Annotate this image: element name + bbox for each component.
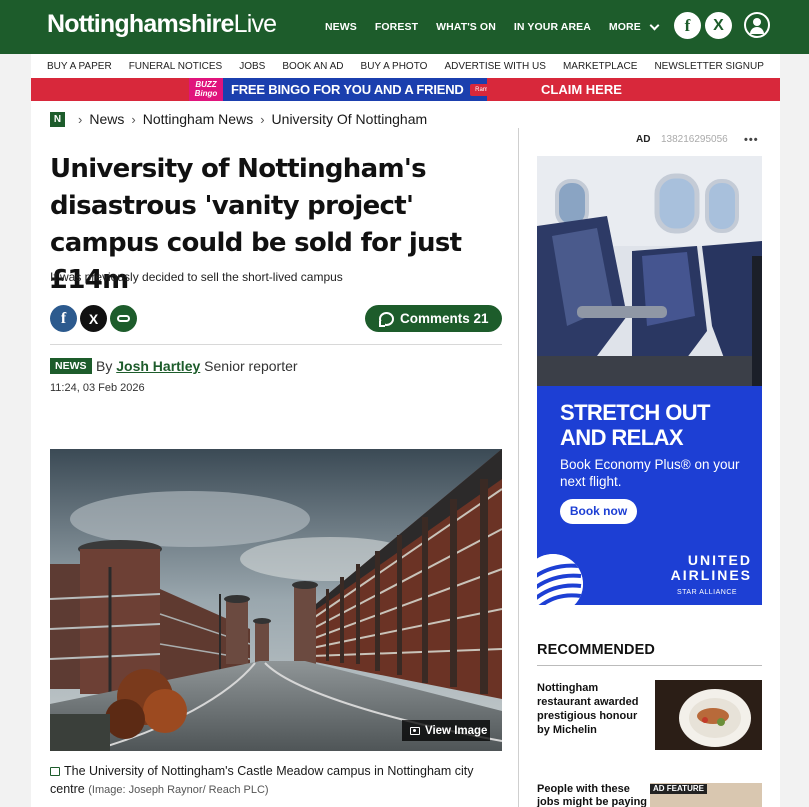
breadcrumb-news[interactable]: News [89, 111, 124, 127]
subnav-marketplace[interactable]: MARKETPLACE [563, 61, 637, 72]
comment-bubble-icon [379, 311, 394, 327]
image-credit: (Image: Joseph Raynor/ Reach PLC) [88, 784, 269, 796]
chevron-right-icon: › [78, 111, 83, 127]
airplane-seat-photo [537, 156, 762, 386]
publish-timestamp: 11:24, 03 Feb 2026 [50, 382, 145, 394]
subnav-book-ad[interactable]: BOOK AN AD [282, 61, 343, 72]
recommended-item-image[interactable] [655, 680, 762, 750]
nav-whats-on[interactable]: WHAT'S ON [436, 21, 496, 33]
ad-label: AD [636, 134, 651, 145]
nav-forest[interactable]: FOREST [375, 21, 418, 33]
promo-banner[interactable]: BUZZ Bingo FREE BINGO FOR YOU AND A FRIE… [31, 78, 780, 101]
nav-in-your-area[interactable]: IN YOUR AREA [514, 21, 591, 33]
header-social-links: f X [674, 12, 732, 39]
ad-id: 138216295056 [661, 134, 728, 145]
primary-nav: NEWS FOREST WHAT'S ON IN YOUR AREA MORE [325, 0, 676, 54]
book-now-button[interactable]: Book now [560, 499, 637, 524]
breadcrumb-nottingham-news[interactable]: Nottingham News [143, 111, 254, 127]
star-alliance-label: STAR ALLIANCE [677, 589, 738, 596]
recommended-heading: RECOMMENDED [537, 642, 655, 658]
recommended-item-link[interactable]: People with these jobs might be paying [537, 783, 649, 807]
subnav-newsletter[interactable]: NEWSLETTER SIGNUP [654, 61, 763, 72]
chevron-right-icon: › [131, 111, 136, 127]
subnav-buy-paper[interactable]: BUY A PAPER [47, 61, 112, 72]
ad-headline: STRETCH OUT AND RELAX [560, 400, 710, 450]
comments-button[interactable]: Comments 21 [365, 305, 502, 332]
camera-icon [410, 726, 420, 735]
ad-menu-icon[interactable]: ••• [744, 134, 759, 146]
view-image-label: View Image [425, 724, 488, 737]
campus-photo [50, 449, 502, 751]
column-divider [518, 128, 519, 807]
divider [50, 344, 502, 345]
user-account-icon[interactable] [744, 12, 770, 38]
site-logo[interactable]: NottinghamshireLive [47, 10, 277, 39]
claim-here-button[interactable]: CLAIM HERE [487, 78, 623, 101]
camera-icon [50, 767, 60, 776]
byline: By Josh Hartley Senior reporter [96, 358, 298, 374]
recommended-item-link[interactable]: Nottingham restaurant awarded prestigiou… [537, 681, 649, 737]
ad-feature-badge: AD FEATURE [650, 784, 707, 794]
breadcrumb: N › News › Nottingham News › University … [50, 111, 427, 127]
page: NottinghamshireLive NEWS FOREST WHAT'S O… [0, 0, 809, 807]
news-badge: NEWS [50, 358, 92, 374]
share-x-icon[interactable]: X [80, 305, 107, 332]
image-caption: The University of Nottingham's Castle Me… [50, 762, 502, 799]
brand-part1: Nottinghamshire [47, 10, 234, 38]
recommended-item-image[interactable]: AD FEATURE [650, 783, 762, 807]
secondary-nav: BUY A PAPER FUNERAL NOTICES JOBS BOOK AN… [31, 54, 780, 78]
hero-image[interactable] [50, 449, 502, 751]
banner-text: FREE BINGO FOR YOU AND A FRIEND [231, 82, 464, 97]
author-link[interactable]: Josh Hartley [116, 358, 200, 374]
subnav-advertise[interactable]: ADVERTISE WITH US [444, 61, 546, 72]
article-subheading: It was previously decided to sell the sh… [50, 270, 343, 284]
copy-link-icon[interactable] [110, 305, 137, 332]
nav-more-label: MORE [608, 21, 641, 33]
share-facebook-icon[interactable]: f [50, 305, 77, 332]
top-nav-bar: NottinghamshireLive NEWS FOREST WHAT'S O… [0, 0, 809, 54]
united-globe-icon [537, 554, 583, 605]
ad-body: Book Economy Plus® on your next flight. [560, 457, 740, 489]
chevron-right-icon: › [260, 111, 265, 127]
x-twitter-icon[interactable]: X [705, 12, 732, 39]
breadcrumb-university[interactable]: University Of Nottingham [272, 111, 428, 127]
author-role: Senior reporter [204, 358, 298, 374]
home-n-icon[interactable]: N [50, 111, 65, 127]
recommended-divider [537, 665, 762, 666]
view-image-button[interactable]: View Image [402, 720, 490, 741]
buzz-bingo-logo: BUZZ Bingo [189, 78, 223, 101]
share-buttons: f X [50, 305, 137, 332]
subnav-jobs[interactable]: JOBS [239, 61, 265, 72]
chevron-down-icon [649, 20, 660, 30]
nav-more-button[interactable]: MORE [608, 20, 660, 33]
united-airlines-ad[interactable]: STRETCH OUT AND RELAX Book Economy Plus®… [537, 156, 762, 605]
united-airlines-logo: UNITED AIRLINES [670, 552, 752, 583]
nav-news[interactable]: NEWS [325, 21, 357, 33]
comments-label: Comments 21 [400, 311, 489, 326]
brand-part2: Live [233, 10, 277, 38]
subnav-buy-photo[interactable]: BUY A PHOTO [361, 61, 428, 72]
ad-blue-panel: STRETCH OUT AND RELAX Book Economy Plus®… [537, 386, 762, 605]
subnav-funeral-notices[interactable]: FUNERAL NOTICES [129, 61, 223, 72]
byline-by: By [96, 358, 113, 374]
facebook-icon[interactable]: f [674, 12, 701, 39]
